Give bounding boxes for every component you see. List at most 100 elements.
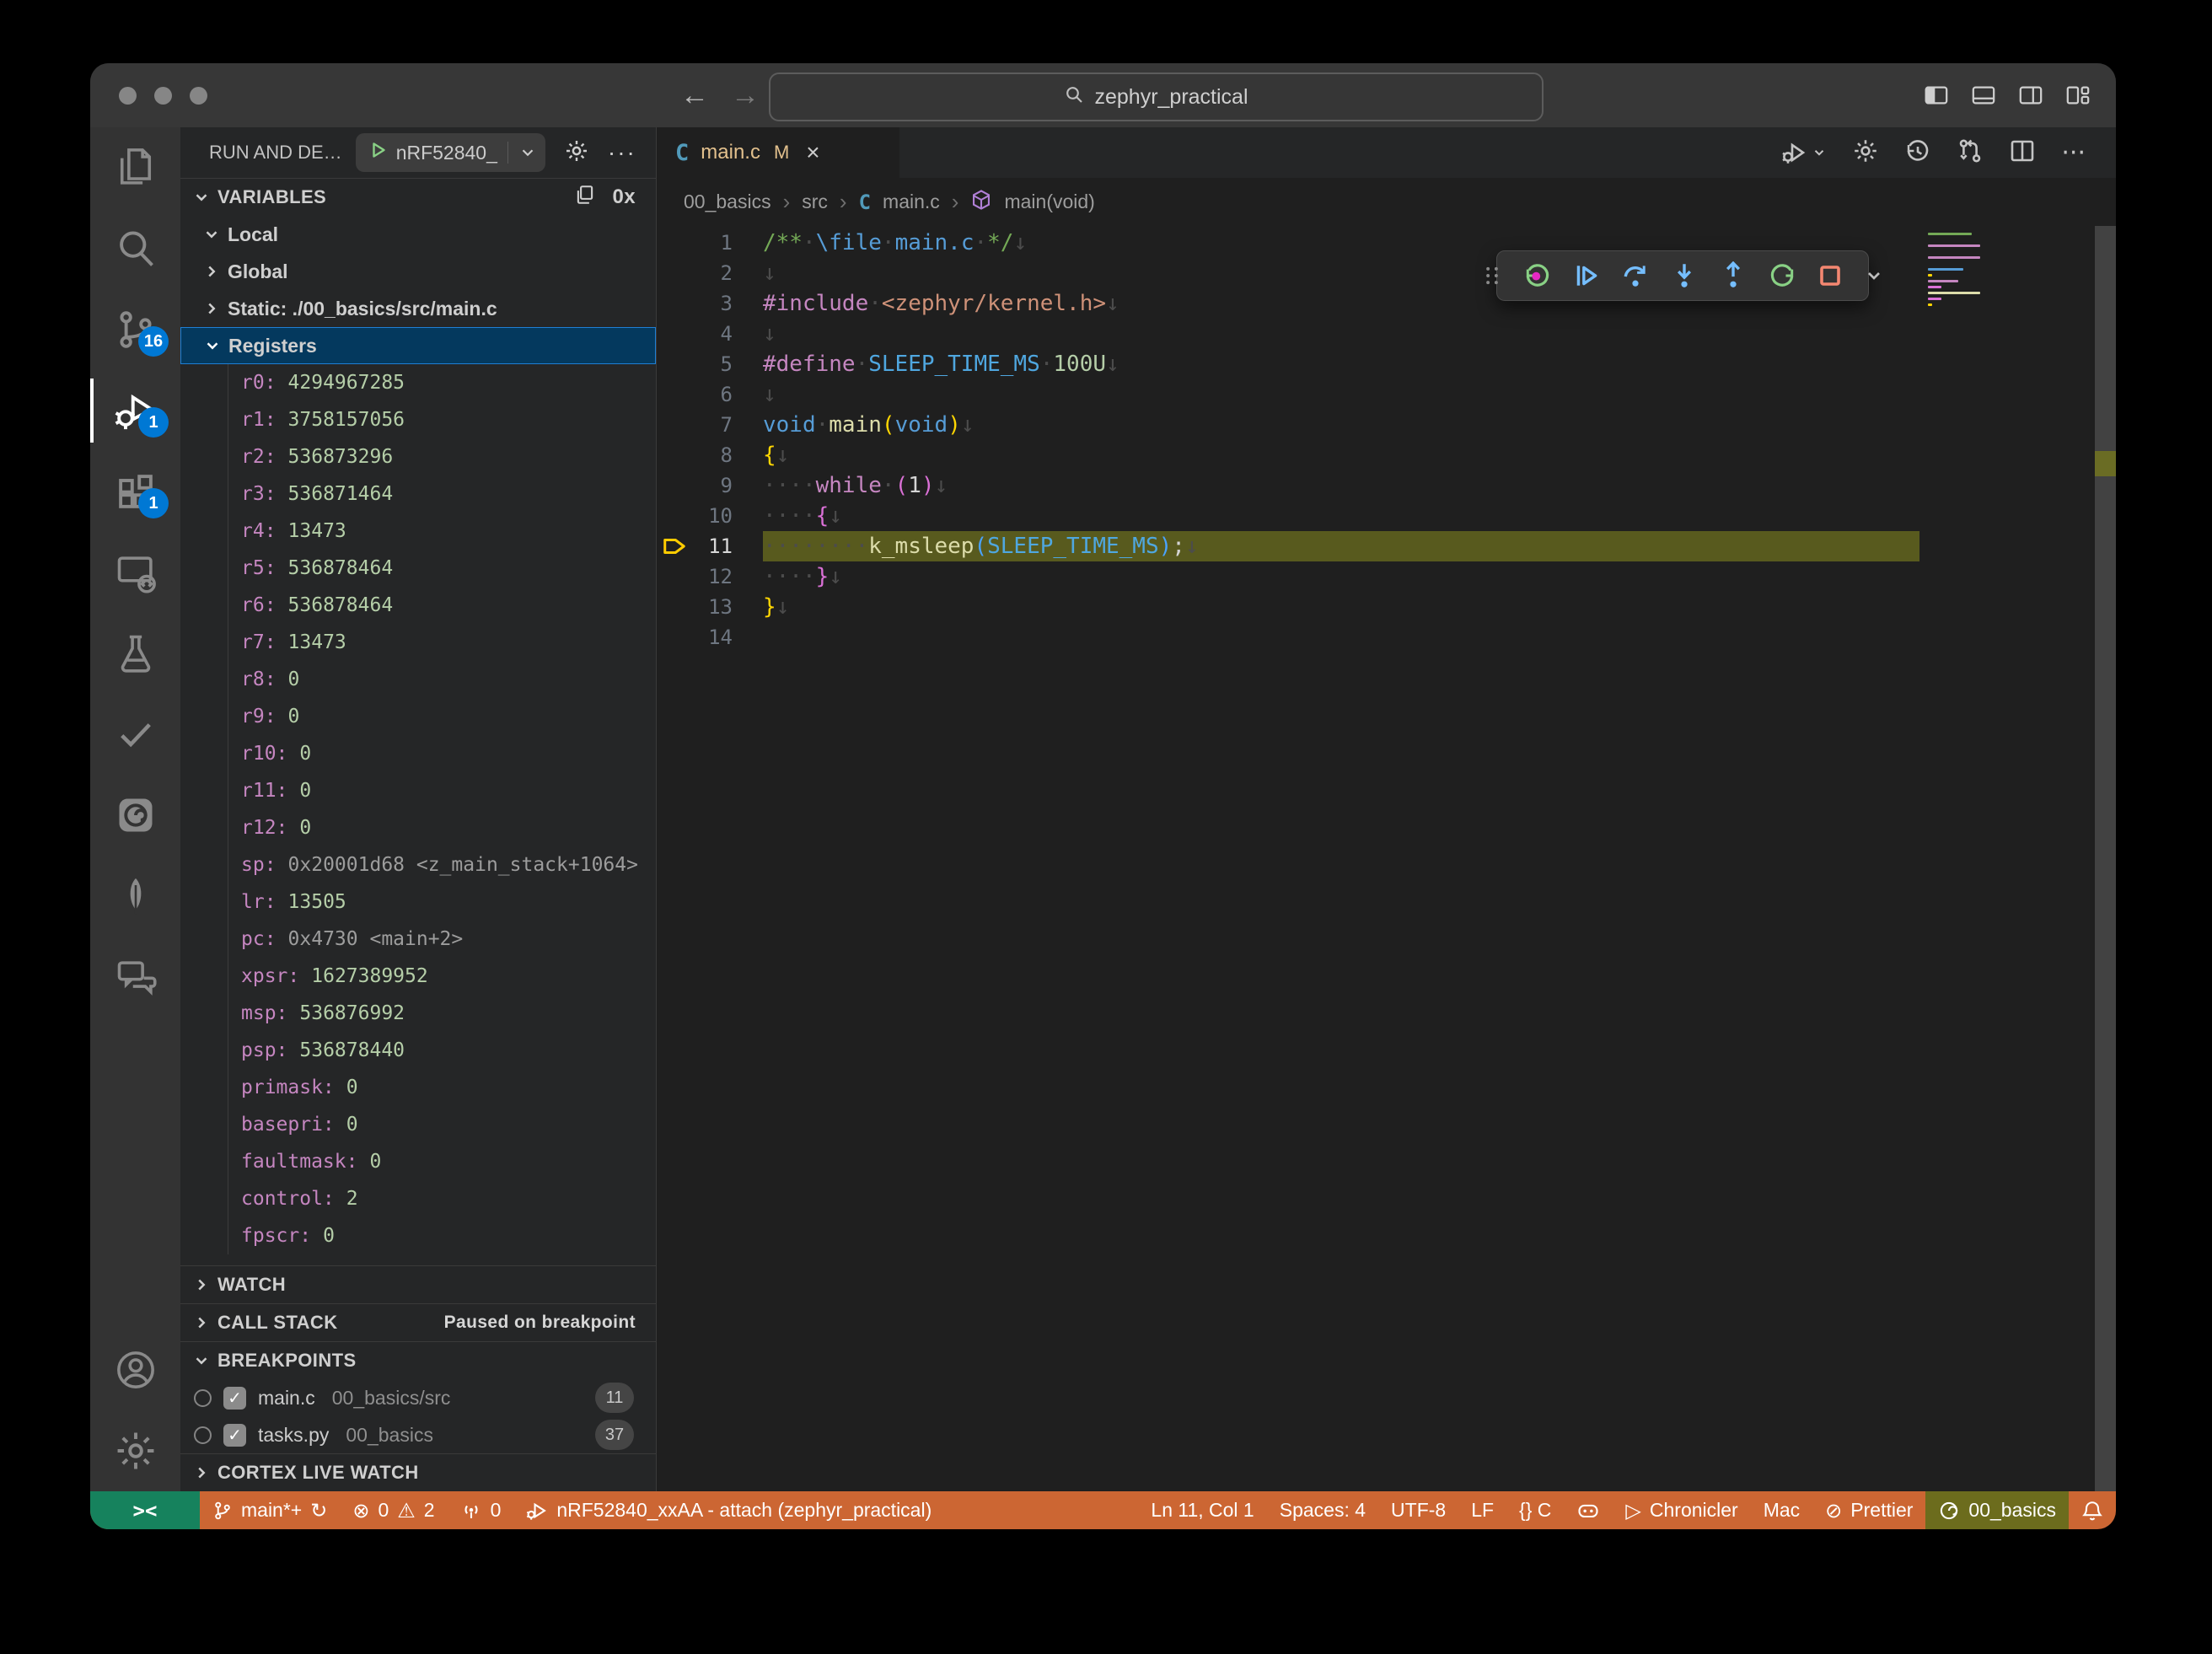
tab-main-c[interactable]: C main.c M × <box>657 127 899 178</box>
code-line[interactable]: 8{↓ <box>657 440 2116 470</box>
statusbar-remote-indicator[interactable]: >< <box>90 1491 200 1529</box>
activity-item-swirl-extension[interactable] <box>90 775 180 856</box>
activity-item-mongodb-leaf[interactable] <box>90 856 180 937</box>
minimize-window-button[interactable] <box>154 87 172 105</box>
run-debug-file-icon[interactable] <box>1781 139 1827 166</box>
register-row[interactable]: pc:0x4730 <main+2> <box>180 921 656 958</box>
activity-item-accounts[interactable] <box>90 1329 180 1410</box>
drag-grip-icon[interactable] <box>1481 265 1503 287</box>
code-line[interactable]: 10····{↓ <box>657 501 2116 531</box>
variables-scope-registers[interactable]: Registers <box>180 327 656 364</box>
restart-button[interactable] <box>1768 261 1796 290</box>
register-row[interactable]: sp:0x20001d68 <z_main_stack+1064> <box>180 846 656 883</box>
code-line[interactable]: 9····while·(1)↓ <box>657 470 2116 501</box>
reset-device-button[interactable] <box>1523 261 1552 290</box>
watch-panel-header[interactable]: WATCH <box>180 1265 656 1303</box>
code-line[interactable]: 14 <box>657 622 2116 652</box>
start-debug-icon[interactable] <box>368 140 388 165</box>
chevron-down-icon[interactable] <box>202 225 221 244</box>
activity-item-comments[interactable] <box>90 937 180 1018</box>
register-row[interactable]: faultmask:0 <box>180 1143 656 1180</box>
activity-item-testing-beaker[interactable] <box>90 613 180 694</box>
register-row[interactable]: lr:13505 <box>180 883 656 921</box>
register-row[interactable]: r5:536878464 <box>180 550 656 587</box>
statusbar-debug-status[interactable]: nRF52840_xxAA - attach (zephyr_practical… <box>513 1491 944 1529</box>
chevron-right-icon[interactable] <box>202 262 221 281</box>
step-into-button[interactable] <box>1670 261 1699 290</box>
register-row[interactable]: r7:13473 <box>180 624 656 661</box>
close-tab-icon[interactable]: × <box>806 139 819 166</box>
toggle-panel-icon[interactable] <box>1969 83 1998 108</box>
breakpoints-panel-header[interactable]: BREAKPOINTS <box>180 1341 656 1379</box>
breadcrumb-folder[interactable]: 00_basics <box>684 191 771 213</box>
register-row[interactable]: r1:3758157056 <box>180 401 656 438</box>
activity-item-task-check[interactable] <box>90 694 180 775</box>
register-row[interactable]: xpsr:1627389952 <box>180 958 656 995</box>
split-editor-icon[interactable] <box>2009 137 2036 169</box>
variables-scope-local[interactable]: Local <box>180 216 656 253</box>
editor-scrollbar[interactable] <box>2095 226 2116 1491</box>
register-row[interactable]: psp:536878440 <box>180 1032 656 1069</box>
toggle-secondary-sidebar-icon[interactable] <box>2016 83 2045 108</box>
breakpoint-checkbox[interactable]: ✓ <box>223 1387 246 1410</box>
code-line[interactable]: 12····}↓ <box>657 561 2116 592</box>
code-line[interactable]: 4↓ <box>657 319 2116 349</box>
copy-value-icon[interactable] <box>574 184 596 211</box>
register-row[interactable]: r0:4294967285 <box>180 364 656 401</box>
register-row[interactable]: r10:0 <box>180 735 656 772</box>
statusbar-eol[interactable]: LF <box>1458 1491 1506 1529</box>
activity-item-remote-explorer[interactable] <box>90 532 180 613</box>
code-line[interactable]: 5#define·SLEEP_TIME_MS·100U↓ <box>657 349 2116 379</box>
toggle-primary-sidebar-icon[interactable] <box>1922 83 1951 108</box>
register-row[interactable]: r2:536873296 <box>180 438 656 475</box>
more-chevron-icon[interactable] <box>1864 266 1884 286</box>
code-line[interactable]: 1/**·\file·main.c·*/↓ <box>657 228 2116 258</box>
statusbar-copilot[interactable] <box>1564 1491 1613 1529</box>
breadcrumb-folder[interactable]: src <box>802 191 828 213</box>
more-actions-icon[interactable]: ··· <box>2061 138 2086 168</box>
activity-item-search[interactable] <box>90 208 180 289</box>
traffic-lights[interactable] <box>119 87 207 105</box>
statusbar-encoding[interactable]: UTF-8 <box>1378 1491 1458 1529</box>
code-area[interactable]: 1/**·\file·main.c·*/↓2↓3#include·<zephyr… <box>657 226 2116 1491</box>
step-out-button[interactable] <box>1719 261 1748 290</box>
code-line[interactable]: 3#include·<zephyr/kernel.h>↓ <box>657 288 2116 319</box>
continue-button[interactable] <box>1572 261 1601 290</box>
breakpoint-row[interactable]: ✓main.c00_basics/src11 <box>180 1379 656 1416</box>
register-row[interactable]: msp:536876992 <box>180 995 656 1032</box>
breadcrumb-file[interactable]: main.c <box>883 191 940 213</box>
statusbar-env-00basics[interactable]: 00_basics <box>1925 1491 2069 1529</box>
statusbar-branch-indicator[interactable]: main*+↻ <box>200 1491 340 1529</box>
command-center-search[interactable]: zephyr_practical <box>769 72 1544 121</box>
register-row[interactable]: primask:0 <box>180 1069 656 1106</box>
back-arrow-icon[interactable]: ← <box>680 79 709 112</box>
debug-settings-gear-icon[interactable] <box>564 138 589 168</box>
register-row[interactable]: basepri:0 <box>180 1106 656 1143</box>
statusbar-antenna-status[interactable]: 0 <box>448 1491 514 1529</box>
breakpoint-checkbox[interactable]: ✓ <box>223 1424 246 1447</box>
variables-panel-header[interactable]: VARIABLES 0x <box>180 178 656 216</box>
register-row[interactable]: r3:536871464 <box>180 475 656 513</box>
code-line[interactable]: 13}↓ <box>657 592 2116 622</box>
call-stack-panel-header[interactable]: CALL STACK Paused on breakpoint <box>180 1303 656 1341</box>
statusbar-prettier[interactable]: ⊘Prettier <box>1812 1491 1925 1529</box>
cortex-live-watch-header[interactable]: CORTEX LIVE WATCH <box>180 1453 656 1491</box>
register-row[interactable]: r8:0 <box>180 661 656 698</box>
customize-layout-icon[interactable] <box>2064 83 2092 108</box>
register-row[interactable]: r6:536878464 <box>180 587 656 624</box>
activity-item-extensions[interactable]: 1 <box>90 451 180 532</box>
statusbar-platform[interactable]: Mac <box>1751 1491 1812 1529</box>
more-actions-icon[interactable]: ··· <box>608 139 636 166</box>
minimap[interactable] <box>1928 233 1982 315</box>
close-window-button[interactable] <box>119 87 137 105</box>
chevron-down-icon[interactable] <box>203 336 222 355</box>
register-row[interactable]: r4:13473 <box>180 513 656 550</box>
register-row[interactable]: fpscr:0 <box>180 1217 656 1254</box>
statusbar-cursor-position[interactable]: Ln 11, Col 1 <box>1138 1491 1266 1529</box>
step-over-button[interactable] <box>1621 261 1650 290</box>
timeline-history-icon[interactable] <box>1904 137 1931 169</box>
activity-item-run-and-debug[interactable]: 1 <box>90 370 180 451</box>
register-row[interactable]: r11:0 <box>180 772 656 809</box>
variables-scope-static[interactable]: Static: ./00_basics/src/main.c <box>180 290 656 327</box>
statusbar-indentation[interactable]: Spaces: 4 <box>1267 1491 1378 1529</box>
